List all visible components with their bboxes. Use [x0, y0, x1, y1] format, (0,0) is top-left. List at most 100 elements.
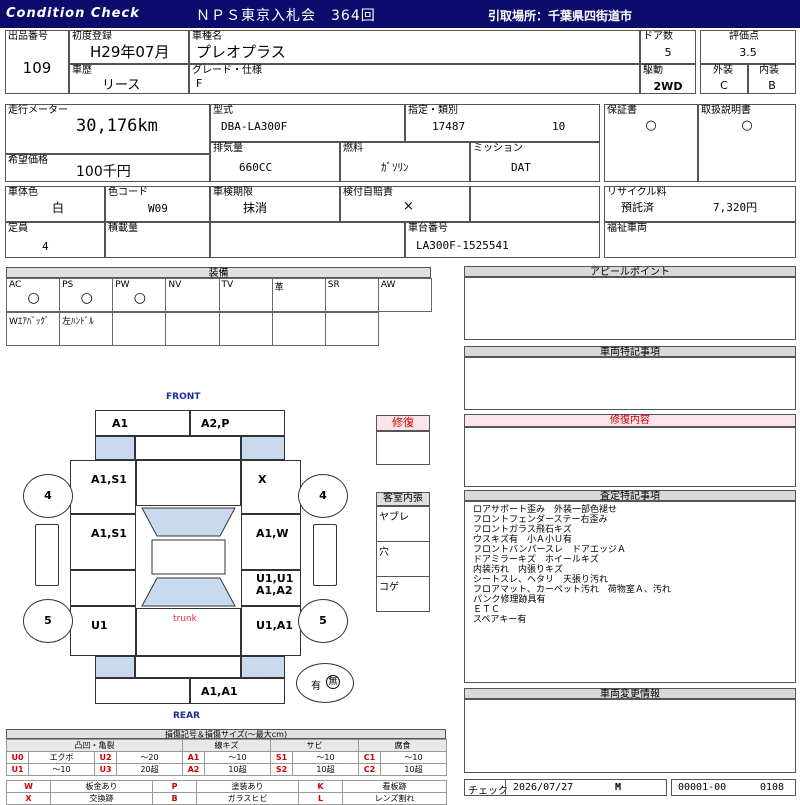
- inspection-note: ドアミラーキズ ホイールキズ: [473, 555, 599, 565]
- legend-code: U3: [94, 763, 117, 776]
- fuel-label: 燃料: [343, 143, 363, 154]
- inspection-note: フロアマット、カーペット汚れ 荷物室Ａ、汚れ: [473, 585, 671, 595]
- inspection-note: パンク修理跡具有: [473, 595, 546, 605]
- check-label: チェック: [468, 786, 508, 797]
- model-box: 車種名 プレオプラス: [189, 30, 640, 64]
- left-rear-quarter[interactable]: U1: [70, 606, 136, 656]
- equipment-cell: TV: [218, 278, 273, 312]
- repair-content-header: 修復内容: [464, 414, 796, 427]
- right-rear-quarter[interactable]: U1,A1: [241, 606, 301, 656]
- rear-bumper-left[interactable]: [95, 678, 190, 704]
- inspection-note: フロントガラス飛石キズ: [473, 525, 572, 535]
- headlight-right[interactable]: [241, 436, 285, 460]
- legend-desc: ガラスヒビ: [196, 792, 299, 805]
- mileage: 30,176km: [76, 116, 158, 136]
- right-side-mirror[interactable]: [313, 524, 337, 586]
- legend-code: U2: [94, 751, 117, 764]
- first-registration: H29年07月: [90, 43, 170, 61]
- left-front-door[interactable]: A1,S1: [70, 514, 136, 570]
- equipment-header: 装備: [6, 267, 431, 279]
- equipment-cell: [165, 312, 220, 346]
- legend-code: L: [298, 792, 343, 805]
- hood[interactable]: [135, 436, 241, 460]
- capacity-label: 定員: [8, 223, 28, 234]
- legend-desc: 看板跡: [342, 780, 447, 793]
- color-code: W09: [148, 202, 168, 215]
- legend-code: U0: [6, 751, 29, 764]
- grade: F: [196, 77, 203, 90]
- spare-tire[interactable]: 有 無: [296, 663, 354, 703]
- auction-title: ＮＰＳ東京入札会 364回: [196, 8, 376, 24]
- legend-desc: レンズ割れ: [342, 792, 447, 805]
- equipment-cell: [112, 312, 167, 346]
- special-box: [464, 357, 796, 410]
- recycle-box: リサイクル料 預託済 7,320円: [604, 186, 796, 222]
- history-label: 車歴: [72, 65, 92, 76]
- tire-rear-right[interactable]: 5: [298, 599, 348, 643]
- spare-tire-label: 有: [311, 681, 321, 692]
- tire-rear-left[interactable]: 5: [23, 599, 73, 643]
- equipment-label: SR: [327, 280, 340, 290]
- legend-header-scratch: 線キズ: [182, 739, 271, 752]
- tire-front-left[interactable]: 4: [23, 474, 73, 518]
- left-front-door-code: A1,S1: [91, 527, 127, 540]
- insurance: ×: [403, 199, 414, 214]
- interior-grade: B: [768, 79, 776, 92]
- tire-front-right[interactable]: 4: [298, 474, 348, 518]
- insurance-label: 検付自賠責: [343, 187, 393, 198]
- welfare-box: 福祉車両: [604, 222, 796, 258]
- left-front-fender[interactable]: A1,S1: [70, 460, 136, 514]
- chassis-number: LA300F-1525541: [416, 239, 509, 252]
- legend-code: W: [6, 780, 51, 793]
- mission-label: ミッション: [473, 143, 523, 154]
- legend-desc: 〜10: [28, 763, 95, 776]
- legend-code: S1: [270, 751, 293, 764]
- taillight-left[interactable]: [95, 656, 135, 678]
- score-box: 評価点 3.5: [700, 30, 796, 64]
- right-rear-quarter-code: U1,A1: [256, 619, 293, 632]
- check-box: チェック 2026/07/27 M: [464, 779, 667, 797]
- inspection-note: シートスレ、ヘタリ 天張り汚れ: [473, 575, 609, 585]
- check-date: 2026/07/27: [513, 782, 574, 793]
- welfare-label: 福祉車両: [607, 223, 647, 234]
- recycle-amount: 7,320円: [713, 201, 758, 214]
- inspection-header: 査定特記事項: [464, 490, 796, 502]
- body-color-label: 車体色: [8, 187, 38, 198]
- manual-label: 取扱説明書: [701, 105, 751, 116]
- equipment-label: Wｴｱﾊﾞｯｸﾞ: [9, 317, 50, 327]
- check-code-1: 00001-00: [678, 782, 727, 793]
- legend-code: X: [6, 792, 51, 805]
- legend-code: C1: [358, 751, 381, 764]
- inspection-note: フロントフェンダーステー右歪み: [473, 515, 608, 525]
- headlight-left[interactable]: [95, 436, 135, 460]
- first-registration-box: 初度登録 H29年07月: [69, 30, 189, 64]
- legend-title: 損傷記号＆損傷サイズ(〜最大cm): [6, 729, 446, 739]
- change-box: [464, 699, 796, 773]
- hood-center[interactable]: [136, 460, 241, 506]
- front-label: FRONT: [166, 392, 201, 402]
- interior-label: 内装: [759, 65, 779, 76]
- rear-bumper-right[interactable]: A1,A1: [190, 678, 285, 704]
- right-front-door[interactable]: A1,W: [241, 514, 301, 570]
- legend-header-rust: サビ: [270, 739, 359, 752]
- left-rear-door[interactable]: [70, 570, 136, 606]
- cabin-item: 穴: [376, 541, 430, 577]
- taillight-right[interactable]: [241, 656, 285, 678]
- front-bumper-left[interactable]: A1: [95, 410, 190, 436]
- doors-label: ドア数: [643, 31, 673, 42]
- inspection-note: フロントバンパースレ ドアエッジＡ: [473, 545, 627, 555]
- equipment-mark: ○: [80, 290, 93, 306]
- check-code-2: 0108: [760, 782, 785, 793]
- equipment-cell: PS ○: [59, 278, 114, 312]
- front-bumper-right[interactable]: A2,P: [190, 410, 285, 436]
- rear-gate[interactable]: [135, 656, 241, 678]
- trunk-area[interactable]: trunk: [136, 608, 241, 656]
- equipment-cell: 革: [271, 278, 326, 312]
- left-side-mirror[interactable]: [35, 524, 59, 586]
- right-front-fender[interactable]: X: [241, 460, 301, 514]
- history: リース: [102, 78, 141, 93]
- recycle-status: 預託済: [621, 201, 654, 214]
- equipment-mark: ○: [27, 290, 40, 306]
- price-box: 希望価格 100千円: [5, 154, 210, 182]
- right-rear-door[interactable]: U1,U1 A1,A2: [241, 570, 301, 606]
